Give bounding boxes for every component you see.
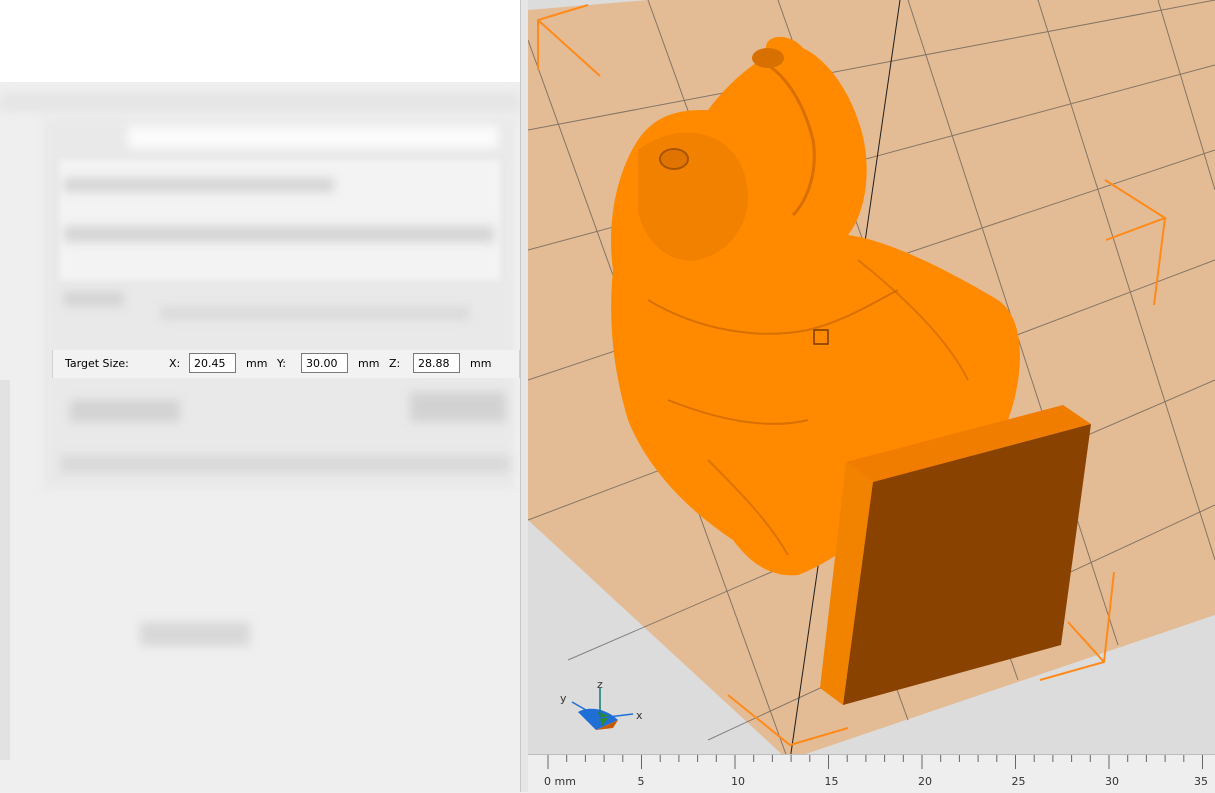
gizmo-z-label: z	[597, 678, 603, 691]
obscured-title-field	[128, 126, 498, 148]
z-unit-label: mm	[470, 357, 492, 370]
obscured-button[interactable]	[140, 622, 250, 646]
target-size-row: Target Size: X: 20.45 mm Y: 30.00 mm Z: …	[52, 350, 520, 378]
ruler-ticks	[547, 755, 1203, 769]
ruler-label: 25	[1011, 775, 1026, 788]
obscured-text-line	[64, 226, 494, 242]
y-unit-label: mm	[358, 357, 380, 370]
obscured-button[interactable]	[70, 400, 180, 422]
obscured-text-line	[64, 292, 124, 306]
x-unit-label: mm	[246, 357, 268, 370]
obscured-toolbar	[0, 92, 520, 112]
3d-viewport[interactable]: z x y	[528, 0, 1215, 792]
obscured-text-line	[64, 178, 334, 192]
z-axis-label: Z:	[389, 357, 401, 370]
ruler-label: 10	[731, 775, 745, 788]
ruler-label: 5	[637, 775, 645, 788]
scene-svg: z x y	[528, 0, 1215, 792]
model-nose	[752, 48, 784, 68]
ruler-label: 20	[918, 775, 932, 788]
x-axis-label: X:	[169, 357, 181, 370]
gizmo-x-label: x	[636, 709, 643, 722]
y-axis-label: Y:	[277, 357, 286, 370]
ruler-label: 0 mm	[544, 775, 576, 788]
model-eye	[659, 148, 689, 170]
size-z-input[interactable]: 28.88	[413, 353, 460, 373]
obscured-button[interactable]	[410, 392, 506, 422]
panel-header-area	[0, 0, 520, 82]
size-x-input[interactable]: 20.45	[189, 353, 236, 373]
gizmo-y-label: y	[560, 692, 567, 705]
bottom-ruler: 0 mm 5 10 15 20 25 30 35	[528, 754, 1215, 793]
ruler-label: 15	[824, 775, 839, 788]
obscured-scrollbar[interactable]	[60, 455, 510, 473]
size-y-input[interactable]: 30.00	[301, 353, 348, 373]
target-size-label: Target Size:	[65, 357, 129, 370]
ruler-label: 35	[1194, 775, 1208, 788]
panel-edge	[0, 380, 10, 760]
ruler-label: 30	[1105, 775, 1119, 788]
obscured-text-line	[160, 306, 470, 320]
settings-panel: Target Size: X: 20.45 mm Y: 30.00 mm Z: …	[0, 0, 520, 792]
